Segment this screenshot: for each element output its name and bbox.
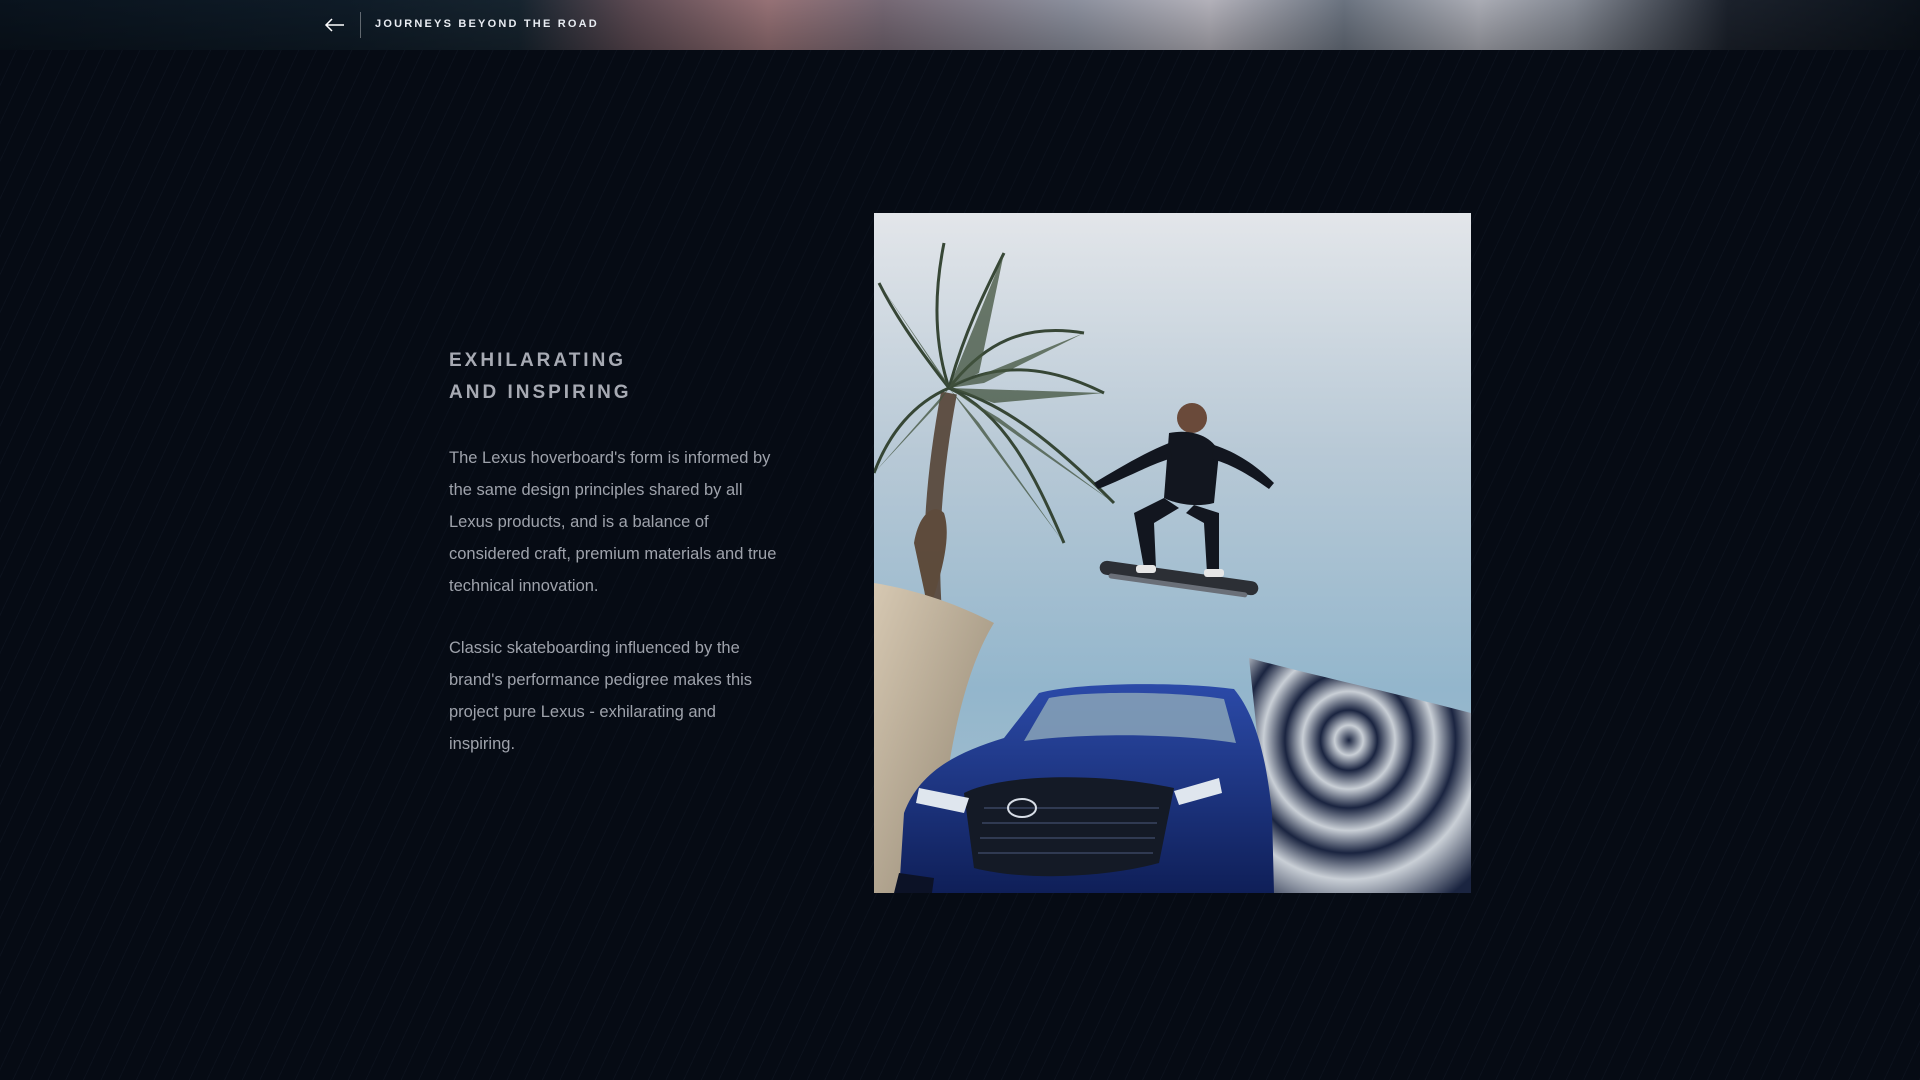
body-paragraph-1: The Lexus hoverboard's form is informed … — [449, 449, 777, 595]
body-paragraph-2: Classic skateboarding influenced by the … — [449, 639, 753, 753]
breadcrumb-journeys[interactable]: JOURNEYS BEYOND THE ROAD — [375, 18, 599, 30]
heading-line-1: EXHILARATING — [449, 350, 627, 371]
heading-line-2: AND INSPIRING — [449, 382, 632, 403]
page: JOURNEYS BEYOND THE ROAD EXHILARATING AN… — [0, 0, 1920, 1080]
back-button[interactable] — [322, 13, 348, 37]
arrow-left-icon — [324, 18, 344, 32]
header-divider — [360, 12, 361, 38]
section-heading: EXHILARATING AND INSPIRING — [449, 345, 632, 409]
hoverboard-photo — [874, 213, 1471, 893]
top-bar: JOURNEYS BEYOND THE ROAD — [0, 0, 1920, 50]
